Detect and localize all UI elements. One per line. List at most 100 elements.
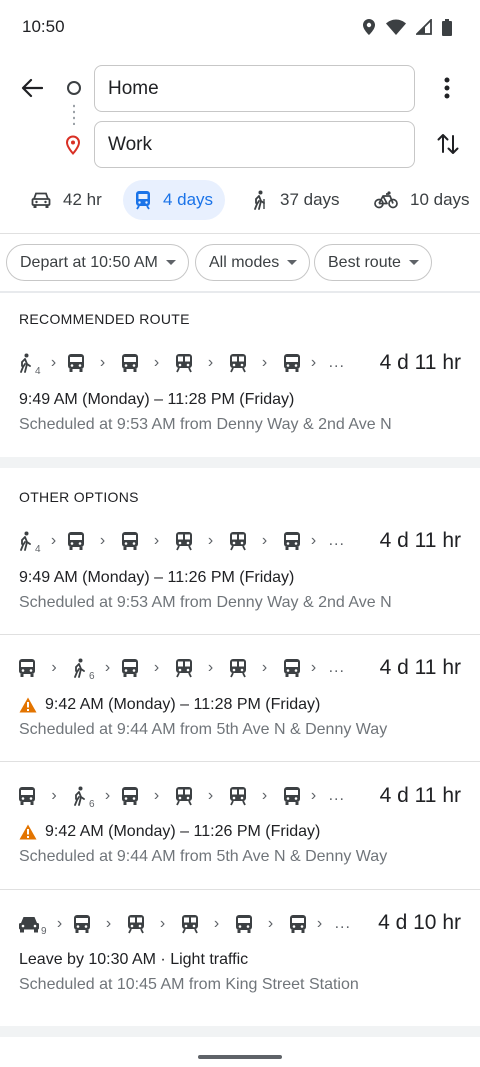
bus-icon [283,532,300,550]
chevron-right-icon: › [310,659,317,676]
warning-icon [19,697,37,713]
chevron-right-icon: › [159,915,166,932]
destination-field[interactable]: Work [94,121,415,168]
route-card[interactable]: 9 › › › › › › ... 4 d 10 hr Leave by 10:… [0,890,480,1026]
route-steps: › 6 › › › › › ... [18,653,345,683]
route-duration: 4 d 11 hr [379,351,461,374]
back-button[interactable] [16,72,48,104]
travel-mode-tabs: 42 hr 4 days 37 days 10 days [0,180,480,222]
modes-chip[interactable]: All modes [195,244,311,281]
route-schedule: Scheduled at 9:53 AM from Denny Way & 2n… [19,416,392,433]
caret-down-icon [165,260,176,265]
route-preference-chip[interactable]: Best route [314,244,432,281]
car-icon [19,917,39,933]
chevron-right-icon: › [261,659,268,676]
tab-walking[interactable]: 37 days [242,180,350,220]
route-times-text: 9:42 AM (Monday) – 11:28 PM (Friday) [45,696,321,713]
chevron-right-icon: › [153,787,160,804]
bus-icon [67,532,84,550]
chevron-right-icon: › [104,787,111,804]
train-icon [229,659,246,678]
chevron-right-icon: › [207,659,214,676]
battery-icon [442,18,452,36]
tab-cycling[interactable]: 10 days [364,180,480,220]
tab-transit[interactable]: 4 days [123,180,225,220]
route-times: Leave by 10:30 AM · Light traffic [19,951,249,968]
route-card[interactable]: › 6 › › › › › ... 4 d 11 hr 9:42 AM (Mon… [0,762,480,889]
bus-icon [67,354,84,372]
bus-icon [121,787,138,805]
bus-icon [19,787,35,805]
caret-down-icon [287,260,298,265]
swap-vert-icon [437,134,459,154]
chevron-right-icon: › [261,532,268,549]
route-schedule: Scheduled at 9:53 AM from Denny Way & 2n… [19,594,392,611]
bus-icon [283,787,300,805]
other-options-title: OTHER OPTIONS [19,489,139,505]
bus-icon [121,354,138,372]
destination-pin-icon [64,135,82,160]
chevron-right-icon: › [153,659,160,676]
bus-icon [121,659,138,677]
recommended-route-title: RECOMMENDED ROUTE [19,311,190,327]
chevron-right-icon: › [213,915,220,932]
chevron-right-icon: › [261,787,268,804]
chips-divider [0,291,480,293]
route-duration: 4 d 11 hr [379,529,461,552]
swap-button[interactable] [432,128,464,160]
section-separator [0,1026,480,1037]
chevron-right-icon: › [50,354,57,371]
route-card-recommended[interactable]: 4 › › › › › › ... 4 d 11 hr 9:49 AM (Mon… [0,335,480,457]
chevron-right-icon: › [51,787,57,804]
route-times: 9:42 AM (Monday) – 11:26 PM (Friday) [19,823,320,841]
route-steps: › 6 › › › › › ... [18,781,345,811]
status-icons [362,18,452,36]
train-icon [127,915,144,934]
walk-icon [74,786,85,806]
chevron-right-icon: › [310,787,317,804]
home-indicator[interactable] [198,1055,282,1059]
depart-time-chip[interactable]: Depart at 10:50 AM [6,244,189,281]
more-steps-ellipsis: ... [334,915,351,932]
arrow-back-icon [21,78,43,98]
chevron-right-icon: › [261,354,268,371]
tab-driving[interactable]: 42 hr [21,180,112,220]
route-steps: 9 › › › › › › ... [18,909,351,939]
route-times: 9:42 AM (Monday) – 11:28 PM (Friday) [19,696,320,714]
header-divider [0,233,480,234]
route-schedule: Scheduled at 10:45 AM from King Street S… [19,976,359,993]
route-card[interactable]: 4 › › › › › › ... 4 d 11 hr 9:49 AM (Mon… [0,513,480,634]
chevron-right-icon: › [310,532,317,549]
route-times: 9:49 AM (Monday) – 11:28 PM (Friday) [19,391,295,408]
bus-icon [121,532,138,550]
wifi-icon [386,19,406,35]
chevron-right-icon: › [99,354,106,371]
train-icon [229,532,246,551]
chevron-right-icon: › [310,354,317,371]
more-options-button[interactable] [432,72,462,104]
origin-field[interactable]: Home [94,65,415,112]
route-schedule: Scheduled at 9:44 AM from 5th Ave N & De… [19,721,388,738]
bus-icon [73,915,90,933]
walk-step: 6 [72,658,95,682]
chevron-right-icon: › [207,532,214,549]
route-duration: 4 d 11 hr [379,656,461,679]
bus-icon [289,915,306,933]
bus-icon [283,659,300,677]
route-duration: 4 d 10 hr [378,911,461,934]
car-icon [31,192,51,208]
route-preference-label: Best route [328,253,401,271]
train-icon [175,659,192,678]
route-steps: 4 › › › › › › ... [18,526,345,556]
location-icon [363,19,375,35]
status-bar: 10:50 [0,0,480,56]
more-steps-ellipsis: ... [328,659,345,676]
caret-down-icon [408,260,419,265]
chevron-right-icon: › [267,915,274,932]
route-card[interactable]: › 6 › › › › › ... 4 d 11 hr 9:42 AM (Mon… [0,635,480,761]
train-icon [175,354,192,373]
walk-step: 6 [72,786,95,810]
train-icon [175,787,192,806]
tab-cycling-label: 10 days [410,190,470,209]
transit-icon [135,191,150,210]
